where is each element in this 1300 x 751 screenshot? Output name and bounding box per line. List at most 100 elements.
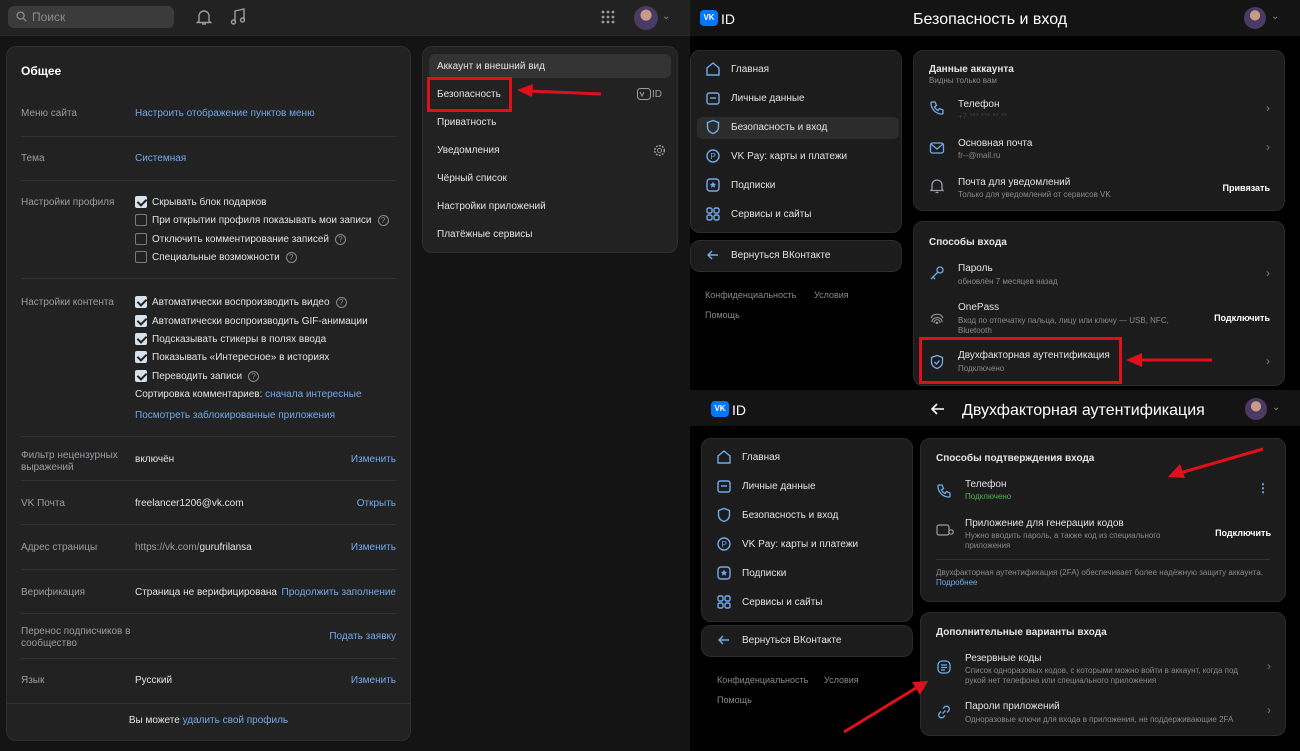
nav-services[interactable]: Сервисы и сайты: [705, 204, 895, 226]
menu-link[interactable]: Настроить отображение пунктов меню: [135, 108, 315, 119]
help-icon[interactable]: ?: [377, 215, 389, 226]
checkbox-autoplay-video[interactable]: [135, 296, 147, 308]
star-icon: [706, 178, 720, 192]
svg-text:P: P: [711, 152, 716, 161]
divider: [21, 524, 396, 525]
nav-services[interactable]: Сервисы и сайты: [716, 592, 906, 614]
nav-label: VK Pay: карты и платежи: [731, 151, 848, 162]
nav-security[interactable]: Безопасность и вход: [716, 505, 906, 527]
avatar[interactable]: [1244, 7, 1266, 29]
footer-terms-link[interactable]: Условия: [814, 290, 849, 300]
footer-help-link[interactable]: Помощь: [717, 695, 752, 705]
continue-verification-button[interactable]: Продолжить заполнение: [282, 587, 396, 598]
address-prefix: https://vk.com/: [135, 542, 200, 553]
nav-home[interactable]: Главная: [705, 59, 895, 81]
notify-email-label: Почта для уведомлений: [958, 177, 1071, 188]
divider: [21, 480, 396, 481]
chevron-down-icon[interactable]: ⌄: [1272, 402, 1280, 413]
vk-logo[interactable]: VK: [700, 10, 718, 26]
chevron-right-icon[interactable]: ›: [1267, 659, 1271, 673]
chevron-right-icon[interactable]: ›: [1266, 140, 1270, 154]
nav-subscriptions[interactable]: Подписки: [716, 563, 906, 585]
option-row: Специальные возможности?: [152, 252, 297, 263]
open-mail-button[interactable]: Открыть: [357, 498, 396, 509]
back-item: Вернуться ВКонтакте: [716, 630, 906, 652]
menu-item-notifications[interactable]: Уведомления: [437, 145, 500, 156]
nav-personal[interactable]: Личные данные: [716, 476, 906, 498]
transfer-label: Перенос подписчиков в сообщество: [21, 626, 131, 649]
footer-privacy-link[interactable]: Конфиденциальность: [705, 290, 796, 300]
chevron-right-icon[interactable]: ›: [1267, 703, 1271, 717]
nav-personal[interactable]: Личные данные: [705, 88, 895, 110]
nav-vkpay[interactable]: P VK Pay: карты и платежи: [716, 534, 906, 556]
back-to-vk-button[interactable]: Вернуться ВКонтакте: [690, 240, 902, 272]
music-icon[interactable]: [230, 8, 246, 26]
chevron-down-icon[interactable]: ⌄: [662, 11, 670, 22]
menu-item-app-settings[interactable]: Настройки приложений: [437, 201, 546, 212]
link-email-button[interactable]: Привязать: [1223, 183, 1270, 193]
chevron-right-icon[interactable]: ›: [1266, 101, 1270, 115]
connect-onepass-button[interactable]: Подключить: [1214, 313, 1270, 323]
checkbox-hide-gifts[interactable]: [135, 196, 147, 208]
checkbox-autoplay-gif[interactable]: [135, 315, 147, 327]
help-icon[interactable]: ?: [335, 234, 347, 245]
gear-icon[interactable]: [653, 144, 666, 157]
blocked-apps-link[interactable]: Посмотреть заблокированные приложения: [135, 410, 335, 421]
nav-home[interactable]: Главная: [716, 447, 906, 469]
chevron-right-icon[interactable]: ›: [1266, 354, 1270, 368]
delete-profile-link[interactable]: удалить свой профиль: [183, 715, 289, 726]
pointer-arrow: [1126, 353, 1212, 367]
arrow-left-icon: [718, 635, 729, 645]
apps-grid-icon[interactable]: [601, 10, 615, 24]
theme-link[interactable]: Системная: [135, 153, 186, 164]
divider: [21, 658, 396, 659]
footer-privacy-link[interactable]: Конфиденциальность: [717, 675, 808, 685]
arrow-left-icon[interactable]: [931, 403, 945, 415]
nav-vkpay[interactable]: P VK Pay: карты и платежи: [705, 146, 895, 168]
nav-subscriptions[interactable]: Подписки: [705, 175, 895, 197]
fingerprint-icon: [930, 313, 944, 325]
search-input[interactable]: Поиск: [8, 6, 174, 28]
avatar[interactable]: [1245, 398, 1267, 420]
filter-change-button[interactable]: Изменить: [351, 454, 396, 465]
help-icon[interactable]: ?: [335, 297, 347, 308]
menu-item-payments[interactable]: Платёжные сервисы: [437, 229, 532, 240]
top-bar: Поиск ⌄: [0, 0, 690, 36]
sort-link[interactable]: сначала интересные: [265, 389, 361, 400]
back-to-vk-button[interactable]: Вернуться ВКонтакте: [701, 625, 913, 657]
checkbox-show-my-posts[interactable]: [135, 214, 147, 226]
vk-mail-label: VK Почта: [21, 498, 65, 509]
learn-more-link[interactable]: Подробнее: [936, 578, 978, 587]
twofa-note: Двухфакторная аутентификация (2FA) обесп…: [936, 568, 1266, 588]
menu-item-privacy[interactable]: Приватность: [437, 117, 496, 128]
more-options-icon[interactable]: ⋮: [1257, 481, 1269, 495]
help-icon[interactable]: ?: [248, 371, 260, 382]
menu-item-blacklist[interactable]: Чёрный список: [437, 173, 507, 184]
nav-security[interactable]: Безопасность и вход: [697, 117, 899, 139]
help-icon[interactable]: ?: [285, 252, 297, 263]
menu-item-account[interactable]: Аккаунт и внешний вид: [437, 61, 545, 72]
card-title: Способы входа: [929, 237, 1007, 248]
checkbox-accessibility[interactable]: [135, 251, 147, 263]
connect-code-app-button[interactable]: Подключить: [1215, 528, 1271, 538]
divider: [21, 136, 396, 137]
checkbox-interesting-stories[interactable]: [135, 351, 147, 363]
vkid-header: VK ID Безопасность и вход ⌄: [690, 0, 1300, 36]
language-change-button[interactable]: Изменить: [351, 675, 396, 686]
address-change-button[interactable]: Изменить: [351, 542, 396, 553]
vkid-header: VK ID Двухфакторная аутентификация ⌄: [690, 390, 1300, 426]
delete-prefix: Вы можете: [128, 715, 180, 726]
avatar[interactable]: [634, 6, 658, 30]
mail-icon: [929, 142, 945, 154]
checkbox-suggest-stickers[interactable]: [135, 333, 147, 345]
chevron-down-icon[interactable]: ⌄: [1271, 11, 1279, 22]
option-row: Переводить записи?: [152, 371, 260, 382]
submit-request-button[interactable]: Подать заявку: [329, 631, 396, 642]
app-passwords-label: Пароли приложений: [965, 701, 1060, 712]
checkbox-disable-comments[interactable]: [135, 233, 147, 245]
vk-logo[interactable]: VK: [711, 401, 729, 417]
bell-icon[interactable]: [196, 8, 212, 26]
checkbox-translate-posts[interactable]: [135, 370, 147, 382]
footer-help-link[interactable]: Помощь: [705, 310, 740, 320]
chevron-right-icon[interactable]: ›: [1266, 266, 1270, 280]
